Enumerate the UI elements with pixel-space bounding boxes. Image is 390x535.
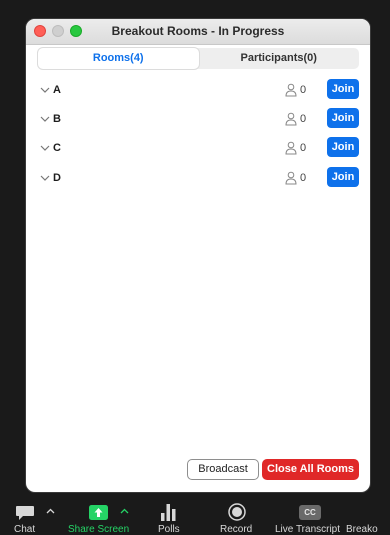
- tab-participants[interactable]: Participants(0): [199, 48, 360, 69]
- breakout-label: Breako: [346, 524, 378, 535]
- join-button[interactable]: Join: [327, 79, 359, 99]
- meeting-toolbar: Chat Share Screen Polls Record CC Live T…: [0, 500, 390, 535]
- chevron-up-icon[interactable]: [120, 508, 129, 514]
- person-icon: [285, 83, 297, 97]
- room-name: D: [53, 172, 61, 184]
- join-button[interactable]: Join: [327, 167, 359, 187]
- breakout-rooms-control[interactable]: Breako: [346, 500, 390, 535]
- person-icon: [285, 141, 297, 155]
- room-row-b[interactable]: B 0 Join: [26, 108, 370, 132]
- cc-icon: CC: [299, 505, 321, 520]
- room-name: B: [53, 113, 61, 125]
- join-button[interactable]: Join: [327, 137, 359, 157]
- record-label: Record: [220, 524, 253, 535]
- room-row-d[interactable]: D 0 Join: [26, 167, 370, 191]
- participant-count: 0: [300, 142, 307, 154]
- tab-bar: Rooms(4) Participants(0): [38, 48, 359, 69]
- chat-control[interactable]: Chat: [0, 500, 60, 535]
- chevron-down-icon[interactable]: [39, 142, 51, 154]
- broadcast-button[interactable]: Broadcast: [187, 459, 259, 480]
- chat-bubble-icon: [16, 506, 34, 520]
- title-bar: Breakout Rooms - In Progress: [26, 19, 370, 45]
- share-screen-control[interactable]: Share Screen: [60, 500, 140, 535]
- join-button[interactable]: Join: [327, 108, 359, 128]
- polls-bar-icon: [161, 504, 176, 521]
- participant-count: 0: [300, 84, 307, 96]
- live-transcript-label: Live Transcript: [275, 524, 341, 535]
- chevron-up-icon[interactable]: [46, 508, 55, 514]
- polls-label: Polls: [158, 524, 180, 535]
- room-row-a[interactable]: A 0 Join: [26, 79, 370, 103]
- tab-rooms[interactable]: Rooms(4): [38, 48, 199, 69]
- share-screen-label: Share Screen: [68, 524, 130, 535]
- chat-label: Chat: [14, 524, 36, 535]
- person-icon: [285, 171, 297, 185]
- close-all-rooms-button[interactable]: Close All Rooms: [262, 459, 359, 480]
- polls-control[interactable]: Polls: [148, 500, 198, 535]
- chevron-down-icon[interactable]: [39, 113, 51, 125]
- window-title: Breakout Rooms - In Progress: [111, 24, 285, 38]
- breakout-rooms-window: Breakout Rooms - In Progress Rooms(4) Pa…: [26, 19, 370, 492]
- live-transcript-control[interactable]: CC Live Transcript: [272, 500, 348, 535]
- chevron-down-icon[interactable]: [39, 172, 51, 184]
- record-control[interactable]: Record: [208, 500, 268, 535]
- participant-count: 0: [300, 172, 307, 184]
- participant-count: 0: [300, 113, 307, 125]
- share-arrow-icon: [89, 505, 108, 520]
- person-icon: [285, 112, 297, 126]
- room-name: C: [53, 142, 61, 154]
- room-row-c[interactable]: C 0 Join: [26, 137, 370, 161]
- chevron-down-icon[interactable]: [39, 84, 51, 96]
- room-name: A: [53, 84, 61, 96]
- record-icon: [228, 503, 246, 521]
